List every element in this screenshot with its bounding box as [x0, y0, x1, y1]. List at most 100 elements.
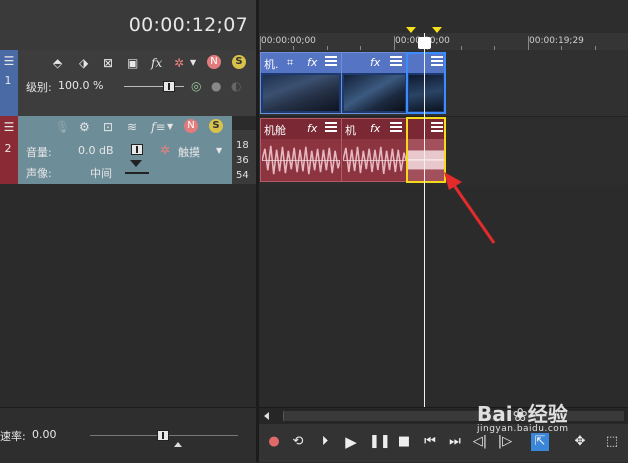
audio-level-meter: 18 36 54 — [232, 130, 256, 184]
play-from-start-icon[interactable]: ⏵ — [316, 433, 334, 451]
compositing-icon[interactable]: ◎ — [191, 79, 201, 93]
stop-icon[interactable]: ■ — [395, 433, 413, 451]
next-marker-icon[interactable]: |▷ — [496, 433, 514, 451]
pause-icon[interactable]: ❚❚ — [369, 433, 391, 451]
transport-bar: ● ⟲ ⏵ ▶ ❚❚ ■ ⏮ ⏭ ◁| |▷ ⇱ ✥ ⬚ — [259, 424, 628, 462]
record-icon[interactable]: ● — [265, 433, 283, 451]
pan-value[interactable]: 中间 — [90, 165, 112, 181]
red-arrow-icon — [444, 172, 496, 244]
next-frame-icon[interactable]: ⏭ — [446, 433, 464, 451]
audio-waveform — [343, 146, 406, 175]
track-number: 1 — [4, 74, 12, 87]
track-envelope-icon[interactable]: ≋ — [127, 120, 137, 134]
clip-menu-icon[interactable] — [325, 56, 337, 68]
microphone-icon[interactable]: 🎙 — [55, 120, 70, 134]
watermark-brand-2: 经验 — [527, 402, 568, 426]
track-menu-icon[interactable]: ☰ — [2, 54, 16, 68]
fade-icon[interactable]: ● — [211, 79, 221, 93]
selection-tool-icon[interactable]: ⬚ — [603, 433, 621, 451]
automation-icon[interactable]: ⚙ — [79, 120, 90, 134]
loop-region-start-marker[interactable] — [406, 27, 416, 33]
prev-frame-icon[interactable]: ⏮ — [421, 433, 439, 451]
level-slider-knob[interactable] — [163, 81, 175, 92]
solo-icon[interactable]: S — [232, 55, 246, 69]
loop-region-end-marker[interactable] — [432, 27, 442, 33]
volume-slider-knob[interactable] — [131, 144, 143, 155]
paw-icon: ❀ — [512, 405, 528, 426]
composite-mode-icon[interactable]: ⬘ — [53, 56, 62, 70]
bypass-icon[interactable]: N — [207, 55, 221, 69]
level-slider-track[interactable] — [124, 86, 184, 87]
chevron-down-icon[interactable]: ▼ — [167, 120, 173, 134]
video-thumbnail — [263, 75, 339, 111]
motion-blur-icon[interactable]: ◐ — [231, 79, 241, 93]
chevron-down-icon[interactable]: ▼ — [216, 144, 222, 158]
fx-icon[interactable]: fx — [307, 56, 317, 69]
watermark-brand: Bai — [477, 402, 513, 426]
rate-value: 0.00 — [32, 428, 57, 441]
mute-icon[interactable]: ⊡ — [103, 120, 113, 134]
annotation-arrow — [440, 170, 500, 250]
video-clip[interactable]: fx — [341, 52, 408, 114]
time-display-panel: 00:00:12;07 — [0, 0, 256, 50]
playhead-handle[interactable] — [418, 37, 431, 49]
baidu-jingyan-watermark: Bai❀经验 jingyan.baidu.com — [477, 398, 569, 434]
scroll-left-icon[interactable] — [264, 412, 269, 420]
video-clip-header[interactable]: fx — [342, 53, 407, 73]
level-label: 级别: — [26, 81, 52, 94]
play-icon[interactable]: ▶ — [342, 433, 360, 451]
video-thumbnail — [344, 75, 405, 111]
scrollbar-thumb[interactable] — [283, 411, 624, 421]
chevron-down-icon[interactable]: ▼ — [190, 56, 196, 70]
playhead-cursor[interactable] — [424, 33, 425, 407]
ruler-tick — [260, 36, 261, 50]
meter-tick: 54 — [236, 170, 249, 181]
volume-value[interactable]: 0.0 dB — [78, 144, 114, 157]
loop-icon[interactable]: ⟲ — [289, 433, 307, 451]
level-value[interactable]: 100.0 % — [58, 79, 103, 92]
audio-clip-title: 机 — [345, 124, 356, 137]
bypass-icon[interactable]: N — [184, 119, 198, 133]
ruler-label: 00:00:00;00 — [261, 36, 316, 46]
fx-icon[interactable]: fx — [307, 122, 317, 135]
mute-icon[interactable]: ⊠ — [103, 56, 113, 70]
ruler-label: 00:00:19;29 — [529, 36, 584, 46]
marker-bar[interactable] — [259, 0, 628, 33]
audio-clip[interactable]: 机 fx — [341, 118, 408, 182]
fx-icon[interactable]: fx — [151, 56, 162, 70]
pan-slider-knob[interactable] — [130, 160, 142, 167]
ruler-tick — [528, 36, 529, 50]
audio-clip-header[interactable]: 机舱 fx — [261, 119, 341, 139]
video-clip[interactable]: 机. ⌗ fx — [260, 52, 342, 114]
fx-icon[interactable]: f≡ — [151, 120, 166, 134]
crop-icon[interactable]: ⌗ — [287, 56, 293, 70]
ruler-tick — [394, 36, 395, 50]
settings-icon[interactable]: ✲ — [174, 56, 184, 70]
video-clip-header[interactable]: 机. ⌗ fx — [261, 53, 341, 73]
rate-slider-knob[interactable] — [157, 430, 169, 441]
track-motion-icon[interactable]: ▣ — [127, 56, 138, 70]
timeline-scrollbar[interactable] — [259, 407, 628, 425]
prev-marker-icon[interactable]: ◁| — [471, 433, 489, 451]
fx-icon[interactable]: fx — [370, 122, 380, 135]
audio-clip[interactable]: 机舱 fx — [260, 118, 342, 182]
pan-slider-track[interactable] — [125, 172, 149, 174]
audio-waveform — [262, 145, 340, 175]
audio-track-number-strip[interactable]: ☰ 2 — [0, 116, 18, 184]
clip-menu-icon[interactable] — [390, 56, 402, 68]
audio-clip-header[interactable]: 机 fx — [342, 119, 407, 139]
track-menu-icon[interactable]: ☰ — [2, 120, 16, 134]
normal-edit-tool-icon[interactable]: ⇱ — [531, 433, 549, 451]
audio-clip-title: 机舱 — [264, 124, 286, 137]
clip-menu-icon[interactable] — [325, 122, 337, 134]
automation-mode-icon[interactable]: ✲ — [160, 143, 170, 157]
touch-mode-label[interactable]: 触摸 — [178, 144, 200, 160]
fx-icon[interactable]: fx — [370, 56, 380, 69]
clip-menu-icon[interactable] — [390, 122, 402, 134]
solo-icon[interactable]: S — [209, 119, 223, 133]
video-track-number-strip[interactable]: ☰ 1 — [0, 50, 18, 116]
rate-default-marker — [174, 442, 182, 447]
time-ruler[interactable]: 00:00:00;00 00:00:10;00 00:00:19;29 — [259, 33, 628, 51]
parent-motion-icon[interactable]: ⬗ — [79, 56, 88, 70]
envelope-tool-icon[interactable]: ✥ — [571, 433, 589, 451]
